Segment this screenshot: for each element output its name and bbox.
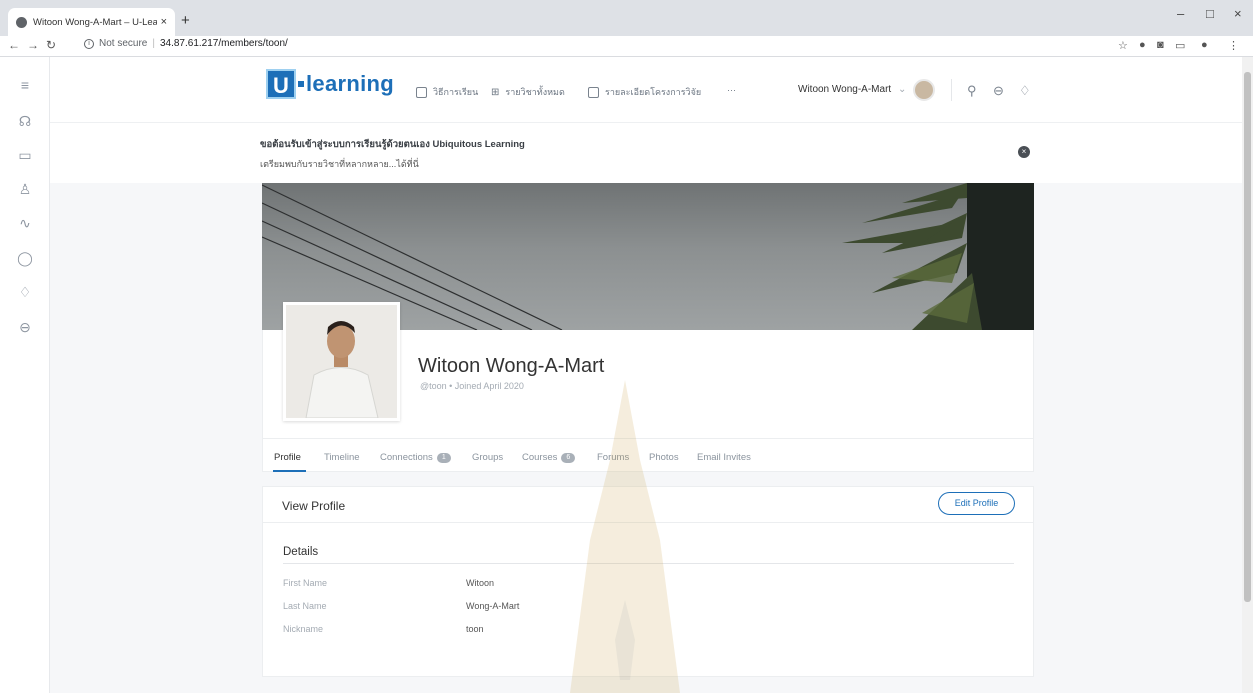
more-menu-icon[interactable]: ⋮	[1228, 39, 1239, 52]
tab-title: Witoon Wong-A-Mart – U-Learn	[33, 16, 157, 28]
active-tab-indicator	[273, 470, 306, 472]
browser-tabbar: Witoon Wong-A-Mart – U-Learn × + – □ ×	[0, 0, 1253, 36]
list-icon	[588, 86, 599, 98]
user-menu[interactable]: Witoon Wong-A-Mart ⌄	[798, 84, 906, 95]
tab-label: Email Invites	[697, 452, 751, 463]
site-header: U learning วิธีการเรียน ⊞ รายวิชาทั้งหมด…	[50, 57, 1242, 123]
tab-label: Timeline	[324, 452, 360, 463]
bell-icon[interactable]: ♢	[1019, 83, 1031, 99]
info-icon[interactable]: i	[84, 38, 94, 49]
minimize-button[interactable]: –	[1177, 6, 1184, 21]
address-bar: ← → ↻ i Not secure | 34.87.61.217/member…	[0, 36, 1253, 57]
welcome-banner: ขอต้อนรับเข้าสู่ระบบการเรียนรู้ด้วยตนเอง…	[50, 123, 1242, 183]
messages-icon[interactable]: ⊖	[993, 83, 1004, 99]
profile-avatar[interactable]	[283, 302, 400, 421]
tab-label: Profile	[274, 452, 301, 463]
nickname-label: Nickname	[283, 624, 324, 634]
close-banner-button[interactable]: ×	[1018, 146, 1030, 158]
nav-research-details[interactable]: รายละเอียดโครงการวิจัย	[588, 85, 701, 99]
first-name-value: Witoon	[466, 578, 495, 588]
nav-label: รายละเอียดโครงการวิจัย	[605, 87, 702, 97]
chevron-down-icon: ⌄	[897, 84, 907, 95]
activity-icon[interactable]: ∿	[17, 215, 33, 231]
tab-close-button[interactable]: ×	[161, 16, 167, 28]
welcome-subtitle: เตรียมพบกับรายวิชาที่หลากหลาย...ได้ที่นี…	[260, 159, 419, 169]
close-window-button[interactable]: ×	[1234, 6, 1242, 21]
courses-icon[interactable]: ▭	[17, 147, 33, 163]
avatar[interactable]	[913, 79, 935, 101]
nav-all-courses[interactable]: ⊞ รายวิชาทั้งหมด	[491, 85, 565, 99]
maximize-button[interactable]: □	[1206, 6, 1214, 21]
document-icon	[416, 86, 427, 98]
first-name-label: First Name	[283, 578, 328, 588]
left-sidebar: ≡ ☊ ▭ ♙ ∿ ◯ ♢ ⊖	[0, 57, 50, 693]
extension-icon[interactable]: ●	[1139, 39, 1146, 51]
profile-icon[interactable]: ♙	[17, 181, 33, 197]
forward-icon[interactable]: →	[27, 38, 39, 52]
tab-label: Connections	[380, 452, 433, 463]
header-divider	[951, 79, 952, 101]
nav-more[interactable]: ···	[727, 85, 736, 95]
tab-email-invites[interactable]: Email Invites	[697, 452, 751, 463]
groups-icon[interactable]: ☊	[17, 113, 33, 129]
notifications-icon[interactable]: ♢	[17, 284, 33, 300]
cast-icon[interactable]: ▭	[1175, 39, 1185, 52]
panel-title: View Profile	[282, 499, 346, 513]
star-icon[interactable]: ☆	[1118, 39, 1128, 52]
details-heading: Details	[283, 546, 319, 558]
last-name-value: Wong-A-Mart	[466, 601, 520, 611]
grid-icon: ⊞	[491, 86, 500, 98]
globe-icon	[16, 16, 27, 28]
camera-icon[interactable]: ◙	[1157, 39, 1164, 51]
logo-dot	[298, 81, 304, 87]
nickname-value: toon	[466, 624, 484, 634]
security-label: Not secure	[99, 38, 148, 49]
url-divider: |	[152, 38, 155, 49]
new-tab-button[interactable]: +	[181, 12, 190, 29]
tab-groups[interactable]: Groups	[472, 452, 503, 463]
tab-label: Courses	[522, 452, 558, 463]
reload-icon[interactable]: ↻	[46, 38, 56, 52]
profile-photo	[286, 305, 397, 418]
scrollbar-thumb[interactable]	[1244, 72, 1251, 602]
more-label: ···	[727, 85, 736, 95]
user-name: Witoon Wong-A-Mart	[798, 84, 892, 95]
account-icon[interactable]: ●	[1201, 39, 1208, 51]
profile-meta: @toon • Joined April 2020	[420, 381, 524, 391]
tab-profile[interactable]: Profile	[274, 452, 301, 463]
logo-mark: U	[266, 69, 296, 99]
search-icon[interactable]: ⚲	[967, 83, 977, 99]
browser-tab[interactable]: Witoon Wong-A-Mart – U-Learn ×	[8, 8, 175, 36]
url-text: 34.87.61.217/members/toon/	[159, 38, 288, 49]
nav-label: รายวิชาทั้งหมด	[505, 87, 565, 97]
nav-label: วิธีการเรียน	[433, 87, 479, 97]
url-field[interactable]: i Not secure | 34.87.61.217/members/toon…	[84, 38, 288, 49]
back-icon[interactable]: ←	[8, 38, 20, 52]
connections-count-badge: 1	[436, 452, 451, 463]
site-logo[interactable]: U learning	[266, 69, 394, 99]
messages-icon[interactable]: ◯	[17, 250, 33, 266]
menu-toggle-icon[interactable]: ≡	[17, 77, 33, 93]
last-name-label: Last Name	[283, 601, 327, 611]
edit-profile-button[interactable]: Edit Profile	[938, 492, 1015, 515]
nav-how-to-learn[interactable]: วิธีการเรียน	[416, 85, 478, 99]
university-watermark	[570, 380, 680, 693]
tab-connections[interactable]: Connections 1	[380, 452, 451, 463]
logo-text: learning	[306, 71, 394, 96]
tab-timeline[interactable]: Timeline	[324, 452, 360, 463]
profile-name: Witoon Wong-A-Mart	[418, 355, 605, 377]
welcome-title: ขอต้อนรับเข้าสู่ระบบการเรียนรู้ด้วยตนเอง…	[260, 139, 525, 150]
tab-label: Groups	[472, 452, 504, 463]
inbox-icon[interactable]: ⊖	[17, 319, 33, 335]
